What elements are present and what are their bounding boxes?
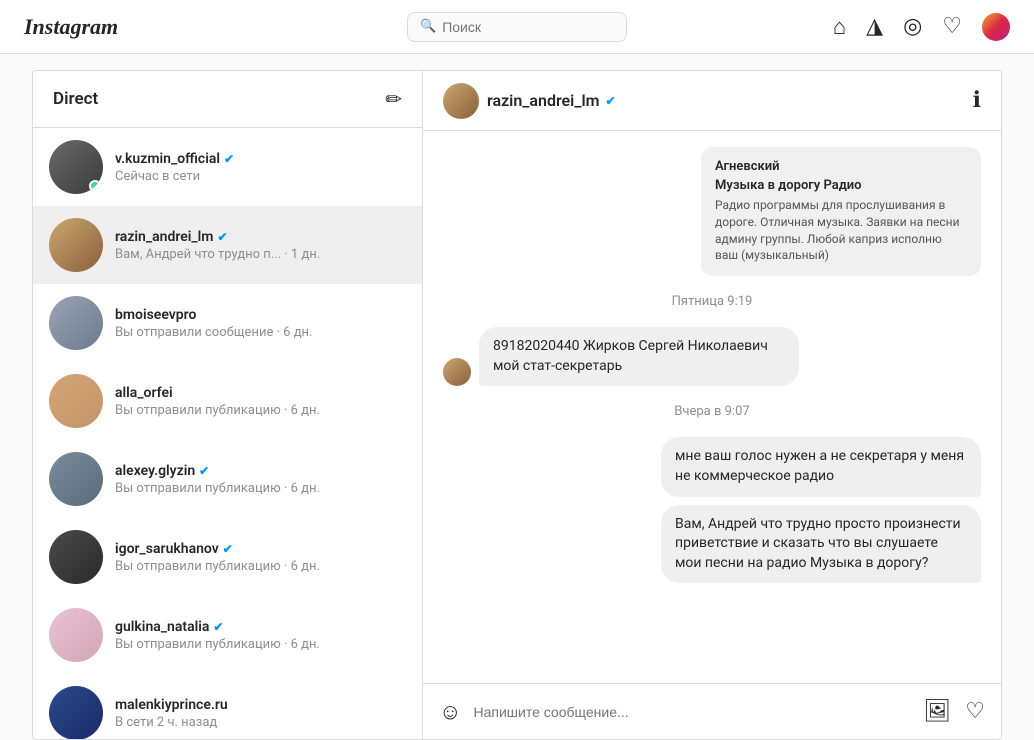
search-icon: 🔍 (420, 19, 436, 34)
conv-name: bmoiseevpro (115, 307, 406, 323)
message-avatar (443, 358, 471, 386)
message-row: мне ваш голос нужен а не секретаря у мен… (661, 437, 981, 496)
top-navigation: Instagram 🔍 ⌂ ◮ ◎ ♡ (0, 0, 1034, 54)
conv-preview: Вы отправили сообщение · 6 дн. (115, 325, 406, 340)
verified-badge: ✔ (223, 542, 233, 556)
home-icon[interactable]: ⌂ (833, 14, 846, 40)
message-row: Вам, Андрей что трудно просто произнести… (661, 505, 981, 584)
forwarded-message: Агневский Музыка в дорогу Радио Радио пр… (701, 147, 981, 276)
conv-name: alexey.glyzin✔ (115, 463, 406, 479)
info-icon[interactable]: ℹ (973, 88, 981, 113)
chat-header-left: razin_andrei_lm ✔ (443, 83, 616, 119)
message-input[interactable] (473, 704, 911, 720)
instagram-logo: Instagram (24, 14, 118, 40)
chat-avatar (443, 83, 479, 119)
conv-avatar (49, 374, 103, 428)
forwarded-from: Агневский (715, 159, 967, 174)
conv-info: bmoiseevpro Вы отправили сообщение · 6 дн… (115, 307, 406, 340)
conv-preview: В сети 2 ч. назад (115, 715, 406, 730)
conv-name: igor_sarukhanov✔ (115, 541, 406, 557)
conv-preview: Вы отправили публикацию · 6 дн. (115, 559, 406, 574)
search-input[interactable] (442, 19, 602, 35)
conversation-item[interactable]: malenkiyprince.ru В сети 2 ч. назад (33, 674, 422, 739)
conv-avatar (49, 452, 103, 506)
conversation-item[interactable]: gulkina_natalia✔ Вы отправили публикацию … (33, 596, 422, 674)
like-icon[interactable]: ♡ (965, 699, 985, 724)
input-actions: 🖼 ♡ (923, 699, 985, 724)
message-bubble: 89182020440 Жирков Сергей Николаевич мой… (479, 327, 799, 386)
verified-badge: ✔ (213, 620, 223, 634)
emoji-button[interactable]: ☺ (439, 699, 461, 725)
message-row: 89182020440 Жирков Сергей Николаевич мой… (443, 327, 799, 386)
conv-preview: Сейчас в сети (115, 169, 406, 184)
direct-title: Direct (53, 89, 98, 109)
conversation-item[interactable]: razin_andrei_lm✔ Вам, Андрей что трудно п… (33, 206, 422, 284)
conv-info: igor_sarukhanov✔ Вы отправили публикацию … (115, 541, 406, 574)
conv-name: gulkina_natalia✔ (115, 619, 406, 635)
conv-avatar (49, 608, 103, 662)
conv-avatar (49, 140, 103, 194)
nav-icons: ⌂ ◮ ◎ ♡ (833, 13, 1010, 41)
conv-name: alla_orfei (115, 385, 406, 401)
conv-info: alexey.glyzin✔ Вы отправили публикацию · … (115, 463, 406, 496)
profile-avatar[interactable] (982, 13, 1010, 41)
messages-area: Агневский Музыка в дорогу Радио Радио пр… (423, 131, 1001, 683)
send-icon[interactable]: ◮ (866, 14, 883, 39)
chat-username: razin_andrei_lm ✔ (487, 91, 616, 110)
conversation-item[interactable]: alla_orfei Вы отправили публикацию · 6 дн… (33, 362, 422, 440)
conv-preview: Вы отправили публикацию · 6 дн. (115, 481, 406, 496)
forwarded-title: Музыка в дорогу Радио (715, 178, 967, 193)
chat-panel: razin_andrei_lm ✔ ℹ Агневский Музыка в д… (423, 71, 1001, 739)
conv-info: razin_andrei_lm✔ Вам, Андрей что трудно п… (115, 229, 406, 262)
conv-preview: Вам, Андрей что трудно п... · 1 дн. (115, 247, 406, 262)
conv-info: malenkiyprince.ru В сети 2 ч. назад (115, 697, 406, 730)
verified-badge: ✔ (606, 94, 616, 108)
chat-header: razin_andrei_lm ✔ ℹ (423, 71, 1001, 131)
date-separator: Вчера в 9:07 (443, 404, 981, 419)
conv-avatar (49, 530, 103, 584)
conversation-item[interactable]: v.kuzmin_official✔ Сейчас в сети (33, 128, 422, 206)
conv-avatar (49, 218, 103, 272)
direct-header: Direct ✏ (33, 71, 422, 128)
image-icon[interactable]: 🖼 (923, 699, 951, 724)
conv-avatar (49, 686, 103, 739)
verified-badge: ✔ (224, 152, 234, 166)
conversation-list: v.kuzmin_official✔ Сейчас в сети razin_and… (33, 128, 422, 739)
conv-avatar (49, 296, 103, 350)
compose-icon[interactable]: ✏ (385, 87, 402, 111)
search-bar[interactable]: 🔍 (407, 12, 627, 42)
compass-icon[interactable]: ◎ (903, 14, 922, 39)
direct-sidebar: Direct ✏ v.kuzmin_official✔ Сейчас в сети… (33, 71, 423, 739)
conv-name: malenkiyprince.ru (115, 697, 406, 713)
conversation-item[interactable]: igor_sarukhanov✔ Вы отправили публикацию … (33, 518, 422, 596)
conv-preview: Вы отправили публикацию · 6 дн. (115, 403, 406, 418)
verified-badge: ✔ (217, 230, 227, 244)
verified-badge: ✔ (199, 464, 209, 478)
date-separator: Пятница 9:19 (443, 294, 981, 309)
conv-name: razin_andrei_lm✔ (115, 229, 406, 245)
message-bubble: Вам, Андрей что трудно просто произнести… (661, 505, 981, 584)
conv-name: v.kuzmin_official✔ (115, 151, 406, 167)
conv-info: v.kuzmin_official✔ Сейчас в сети (115, 151, 406, 184)
chat-input-bar: ☺ 🖼 ♡ (423, 683, 1001, 739)
online-indicator (89, 180, 101, 192)
message-bubble: мне ваш голос нужен а не секретаря у мен… (661, 437, 981, 496)
main-content: Direct ✏ v.kuzmin_official✔ Сейчас в сети… (32, 70, 1002, 740)
conv-info: alla_orfei Вы отправили публикацию · 6 дн… (115, 385, 406, 418)
conversation-item[interactable]: alexey.glyzin✔ Вы отправили публикацию · … (33, 440, 422, 518)
forwarded-desc: Радио программы для прослушивания в доро… (715, 197, 967, 264)
conv-info: gulkina_natalia✔ Вы отправили публикацию … (115, 619, 406, 652)
conversation-item[interactable]: bmoiseevpro Вы отправили сообщение · 6 дн… (33, 284, 422, 362)
conv-preview: Вы отправили публикацию · 6 дн. (115, 637, 406, 652)
heart-icon[interactable]: ♡ (942, 14, 962, 39)
